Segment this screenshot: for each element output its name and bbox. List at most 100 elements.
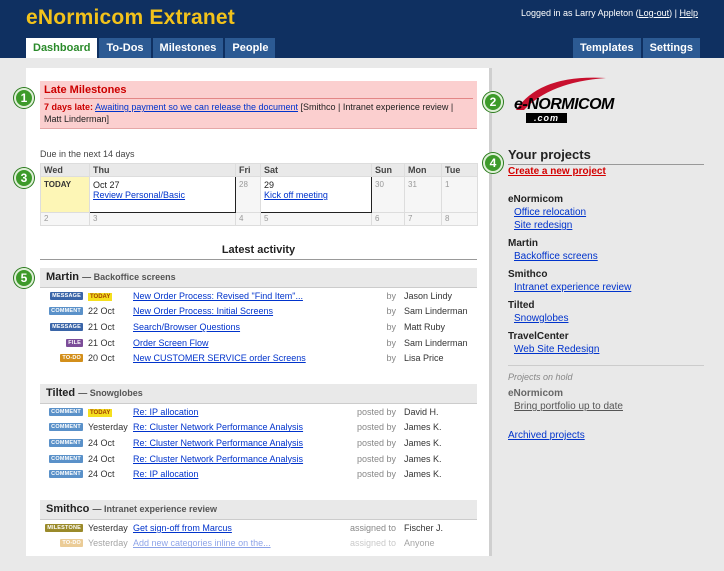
activity-date: Yesterday (88, 422, 128, 433)
activity-link[interactable]: New Order Process: Revised "Find Item"..… (133, 291, 345, 301)
app-title: eNormicom Extranet (26, 6, 235, 29)
late-milestones-title: Late Milestones (44, 84, 473, 99)
activity-date: 20 Oct (88, 353, 115, 364)
activity-relation: by (386, 353, 396, 364)
project-link[interactable]: Site redesign (508, 220, 704, 231)
on-hold-project-link[interactable]: Bring portfolio up to date (508, 401, 704, 412)
group-client: Tilted (46, 387, 76, 399)
group-project: — Snowglobes (78, 388, 143, 398)
calendar-date: Oct 27 (93, 180, 120, 190)
activity-person: Fischer J. (404, 522, 444, 533)
tab-dashboard[interactable]: Dashboard (26, 38, 98, 58)
calendar-day-cell: 4 (235, 212, 261, 226)
activity-row: COMMENT 24 Oct Re: Cluster Network Perfo… (40, 451, 477, 467)
activity-row: MESSAGE 21 Oct Search/Browser Questions … (40, 319, 477, 335)
due-soon-label: Due in the next 14 days (40, 149, 135, 159)
calendar-day-header: Mon (404, 163, 442, 177)
logo-subtext: .com (526, 113, 568, 123)
calendar-event-link[interactable]: Review Personal/Basic (93, 190, 185, 200)
client-name: eNormicom (508, 388, 564, 399)
activity-link[interactable]: Order Screen Flow (133, 338, 345, 348)
activity-person: Matt Ruby (404, 321, 446, 332)
activity-relation: posted by (356, 453, 396, 464)
client-name: Tilted (508, 300, 535, 311)
activity-date: 24 Oct (88, 453, 115, 464)
calendar-event-link[interactable]: Kick off meeting (264, 190, 328, 200)
project-link[interactable]: Backoffice screens (508, 251, 704, 262)
activity-row: MILESTONE Yesterday Get sign-off from Ma… (40, 520, 477, 536)
activity-link[interactable]: Search/Browser Questions (133, 322, 345, 332)
activity-link[interactable]: New Order Process: Initial Screens (133, 306, 345, 316)
logout-link[interactable]: Log-out (639, 8, 670, 18)
activity-date: 24 Oct (88, 437, 115, 448)
project-link[interactable]: Web Site Redesign (508, 344, 704, 355)
tab-todos[interactable]: To-Dos (99, 38, 151, 58)
activity-link[interactable]: Re: Cluster Network Performance Analysis (133, 422, 345, 432)
activity-person: James K. (404, 422, 442, 433)
todo-badge: TO-DO (60, 354, 83, 363)
activity-person: James K. (404, 437, 442, 448)
project-link[interactable]: Snowglobes (508, 313, 704, 324)
archived-projects-link[interactable]: Archived projects (508, 430, 704, 441)
activity-row: COMMENT Yesterday Re: Cluster Network Pe… (40, 420, 477, 436)
activity-row: COMMENT 24 Oct Re: Cluster Network Perfo… (40, 435, 477, 451)
activity-group-header: Tilted — Snowglobes (40, 384, 477, 404)
tab-templates[interactable]: Templates (573, 38, 641, 58)
calendar-today-cell: TODAY (40, 176, 90, 213)
activity-relation: assigned to (349, 522, 396, 533)
latest-activity-heading: Latest activity (40, 244, 477, 260)
group-client: Martin (46, 271, 79, 283)
today-badge: TODAY (88, 409, 113, 418)
comment-badge: COMMENT (49, 423, 83, 432)
tab-settings[interactable]: Settings (642, 38, 700, 58)
activity-link[interactable]: Re: IP allocation (133, 407, 345, 417)
late-milestone-entry: 7 days late: Awaiting payment so we can … (44, 101, 473, 125)
callout-marker: 3 (14, 168, 34, 188)
client-name: Smithco (508, 269, 548, 280)
calendar-day-cell: 6 (371, 212, 405, 226)
activity-person: Lisa Price (404, 353, 444, 364)
calendar-day-cell: 28 (235, 176, 261, 213)
client-name: TravelCenter (508, 331, 569, 342)
calendar-date: 29 (264, 180, 275, 190)
activity-date: Yesterday (88, 538, 128, 549)
todo-badge: TO-DO (60, 539, 83, 548)
tab-people[interactable]: People (225, 38, 276, 58)
group-project: — Intranet experience review (92, 504, 218, 514)
help-link[interactable]: Help (679, 8, 698, 18)
logo-text: e-NORMICOM (514, 96, 614, 113)
comment-badge: COMMENT (49, 438, 83, 447)
activity-relation: by (386, 321, 396, 332)
activity-person: Anyone (404, 538, 435, 549)
activity-relation: posted by (356, 406, 396, 417)
activity-row: COMMENT 24 Oct Re: IP allocation posted … (40, 466, 477, 482)
activity-date: 22 Oct (88, 306, 115, 317)
client-name: eNormicom (508, 194, 564, 205)
milestone-badge: MILESTONE (45, 523, 83, 532)
days-late-label: 7 days late: (44, 102, 94, 112)
calendar-day-cell: 31 (404, 176, 442, 213)
project-link[interactable]: Office relocation (508, 207, 704, 218)
comment-badge: COMMENT (49, 307, 83, 316)
calendar-day-header: Thu (89, 163, 236, 177)
divider (508, 365, 704, 366)
activity-link[interactable]: Get sign-off from Marcus (133, 523, 345, 533)
activity-link[interactable]: Re: IP allocation (133, 469, 345, 479)
callout-marker: 1 (14, 88, 34, 108)
late-milestone-link[interactable]: Awaiting payment so we can release the d… (95, 102, 298, 112)
client-name: Martin (508, 238, 538, 249)
project-list: eNormicom Office relocation Site redesig… (508, 194, 704, 441)
tab-milestones[interactable]: Milestones (152, 38, 224, 58)
create-project-link[interactable]: Create a new project (508, 166, 606, 177)
project-link[interactable]: Intranet experience review (508, 282, 704, 293)
today-badge: TODAY (88, 293, 113, 302)
activity-relation: posted by (356, 437, 396, 448)
calendar-day-cell: 8 (441, 212, 478, 226)
activity-person: David H. (404, 406, 439, 417)
calendar-day-cell: 7 (404, 212, 442, 226)
activity-link[interactable]: Re: Cluster Network Performance Analysis (133, 438, 345, 448)
activity-link[interactable]: Re: Cluster Network Performance Analysis (133, 454, 345, 464)
activity-link[interactable]: Add new categories inline on the... (133, 538, 345, 548)
upcoming-calendar: Wed Thu Fri Sat Sun Mon Tue TODAY Oct 27… (40, 163, 478, 226)
activity-link[interactable]: New CUSTOMER SERVICE order Screens (133, 353, 345, 363)
